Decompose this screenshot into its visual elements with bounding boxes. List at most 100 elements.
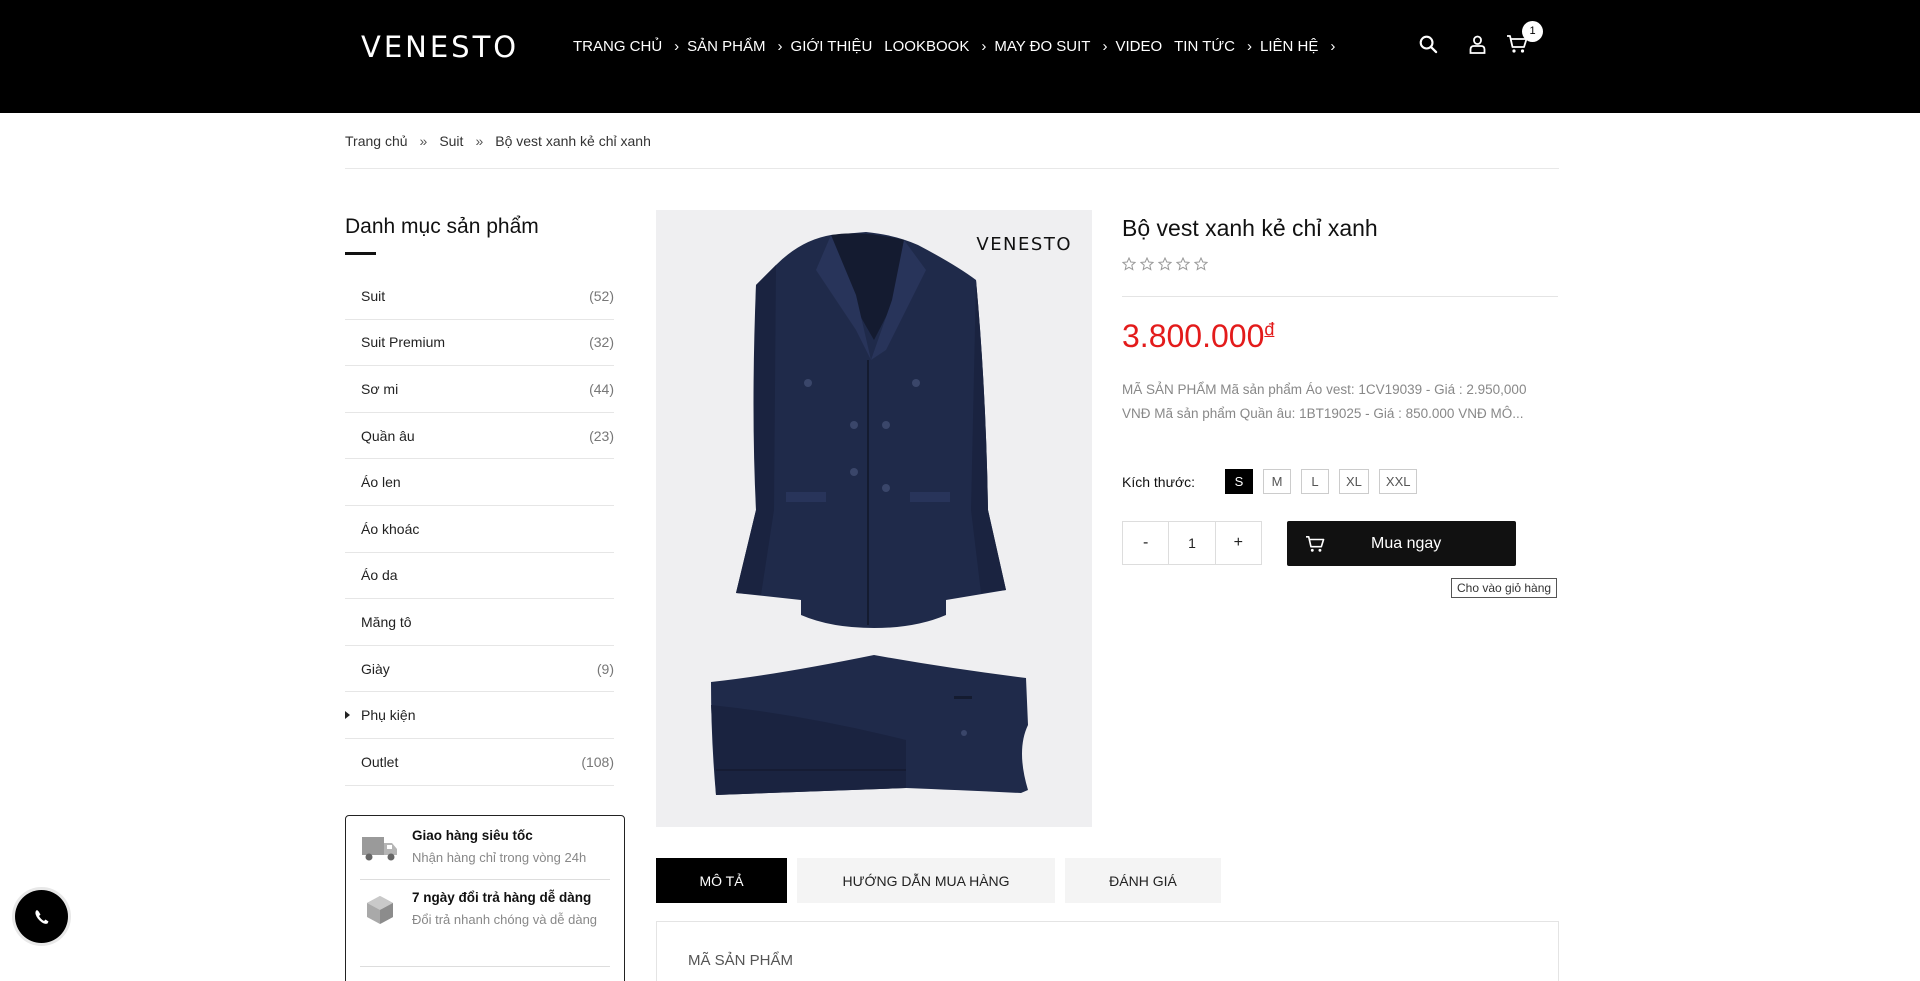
truck-icon: [360, 828, 400, 868]
rating-stars[interactable]: [1122, 257, 1208, 271]
category-item[interactable]: Áo len: [345, 459, 614, 506]
size-label: Kích thước:: [1122, 474, 1196, 490]
star-icon: [1194, 257, 1208, 271]
buy-now-label: Mua ngay: [1371, 534, 1442, 552]
category-label: Sơ mi: [361, 380, 399, 397]
nav-item-about[interactable]: GIỚI THIỆU: [791, 38, 885, 55]
category-count: (108): [581, 753, 614, 770]
caret-right-icon[interactable]: [345, 711, 350, 720]
panel-title: MÃ SẢN PHẨM: [688, 952, 794, 969]
cart-count-badge: 1: [1522, 21, 1543, 42]
nav-label: GIỚI THIỆU: [790, 38, 873, 55]
category-label: Suit: [361, 287, 386, 304]
category-item[interactable]: Sơ mi (44): [345, 366, 614, 413]
search-icon[interactable]: [1414, 30, 1442, 58]
size-option-xl[interactable]: XL: [1339, 469, 1369, 494]
product-price: 3.800.000đ: [1122, 318, 1274, 355]
nav-label: LIÊN HỆ: [1260, 38, 1319, 55]
category-label: Phụ kiện: [361, 707, 416, 724]
phone-call-button[interactable]: [15, 890, 68, 943]
sidebar-title-underline: [345, 252, 376, 255]
category-count: (23): [589, 427, 614, 444]
breadcrumb-current: Bộ vest xanh kẻ chỉ xanh: [495, 133, 651, 149]
category-item-expandable[interactable]: Phụ kiện: [345, 692, 614, 739]
size-option-xxl[interactable]: XXL: [1378, 469, 1418, 494]
nav-item-custom-suit[interactable]: MAY ĐO SUIT ›: [994, 38, 1115, 55]
divider: [345, 168, 1559, 169]
nav-item-lookbook[interactable]: LOOKBOOK ›: [884, 38, 994, 55]
chevron-right-icon: ›: [981, 38, 987, 55]
phone-icon: [34, 909, 48, 924]
nav-item-news[interactable]: TIN TỨC ›: [1174, 38, 1260, 55]
size-option-s[interactable]: S: [1225, 469, 1253, 494]
qty-decrease-button[interactable]: -: [1123, 522, 1168, 564]
chevron-right-icon: ›: [674, 38, 680, 55]
nav-item-products[interactable]: SẢN PHẨM ›: [687, 38, 790, 55]
breadcrumb-home[interactable]: Trang chủ: [345, 133, 408, 149]
product-title: Bộ vest xanh kẻ chỉ xanh: [1122, 215, 1378, 241]
category-item[interactable]: Suit (52): [345, 273, 614, 320]
add-to-cart-tooltip: Cho vào giỏ hàng: [1451, 578, 1558, 598]
category-label: Áo khoác: [361, 520, 420, 537]
suit-illustration: [711, 232, 1028, 795]
service-desc: Nhận hàng chỉ trong vòng 24h: [412, 850, 587, 865]
category-label: Áo len: [361, 474, 401, 491]
breadcrumb: Trang chủ » Suit » Bộ vest xanh kẻ chỉ x…: [345, 133, 651, 149]
qty-increase-button[interactable]: +: [1216, 522, 1261, 564]
tab-purchase-guide[interactable]: HƯỚNG DẪN MUA HÀNG: [797, 858, 1055, 903]
size-option-l[interactable]: L: [1301, 469, 1329, 494]
image-watermark-logo: VENESTO: [976, 234, 1072, 255]
site-logo[interactable]: VENESTO: [361, 30, 519, 64]
category-item[interactable]: Măng tô: [345, 599, 614, 646]
chevron-right-icon: ›: [1102, 38, 1108, 55]
nav-label: TIN TỨC: [1174, 38, 1236, 55]
product-tabs: MÔ TẢ HƯỚNG DẪN MUA HÀNG ĐÁNH GIÁ: [656, 858, 1221, 903]
nav-label: VIDEO: [1115, 38, 1163, 55]
nav-label: TRANG CHỦ: [573, 38, 663, 55]
box-icon: [360, 890, 400, 930]
user-icon[interactable]: [1463, 30, 1491, 58]
category-item[interactable]: Áo da: [345, 553, 614, 600]
category-item[interactable]: Áo khoác: [345, 506, 614, 553]
size-selector: S M L XL XXL: [1225, 469, 1418, 494]
sidebar-title: Danh mục sản phẩm: [345, 215, 539, 238]
category-item[interactable]: Outlet (108): [345, 739, 614, 786]
tab-panel: MÃ SẢN PHẨM: [656, 921, 1559, 981]
chevron-right-icon: ›: [1247, 38, 1253, 55]
product-image[interactable]: VENESTO: [656, 210, 1092, 827]
service-title: 7 ngày đổi trả hàng dễ dàng: [412, 890, 592, 905]
category-item[interactable]: Suit Premium (32): [345, 320, 614, 367]
star-icon: [1140, 257, 1154, 271]
category-list: Suit (52) Suit Premium (32) Sơ mi (44) Quần…: [345, 273, 614, 786]
category-label: Quần âu: [361, 427, 415, 444]
category-count: (9): [596, 660, 614, 677]
service-item: Giao hàng siêu tốc Nhận hàng chỉ trong v…: [360, 828, 610, 869]
product-short-description: MÃ SẢN PHẨM Mã sản phẩm Áo vest: 1CV1903…: [1122, 382, 1527, 421]
tab-description[interactable]: MÔ TẢ: [656, 858, 787, 903]
star-icon: [1122, 257, 1136, 271]
category-item[interactable]: Giày (9): [345, 646, 614, 693]
buy-now-button[interactable]: Mua ngay: [1287, 521, 1516, 566]
nav-label: MAY ĐO SUIT: [994, 38, 1091, 55]
breadcrumb-separator: »: [419, 133, 428, 149]
nav-label: SẢN PHẨM: [687, 38, 766, 55]
cart-icon: [1305, 535, 1325, 553]
qty-input[interactable]: 1: [1168, 522, 1216, 564]
service-box: Giao hàng siêu tốc Nhận hàng chỉ trong v…: [345, 815, 625, 981]
service-title: Giao hàng siêu tốc: [412, 828, 533, 843]
nav-item-home[interactable]: TRANG CHỦ ›: [573, 38, 687, 55]
tab-reviews[interactable]: ĐÁNH GIÁ: [1065, 858, 1221, 903]
service-item: 7 ngày đổi trả hàng dễ dàng Đổi trả nhan…: [360, 890, 610, 931]
breadcrumb-separator: »: [475, 133, 484, 149]
divider: [360, 879, 610, 880]
nav-item-video[interactable]: VIDEO: [1115, 38, 1174, 55]
size-option-m[interactable]: M: [1263, 469, 1291, 494]
category-label: Áo da: [361, 567, 398, 584]
divider: [1122, 296, 1558, 297]
category-item[interactable]: Quần âu (23): [345, 413, 614, 460]
category-count: (44): [589, 380, 614, 397]
nav-item-contact[interactable]: LIÊN HỆ ›: [1260, 38, 1343, 55]
price-value: 3.800.000: [1122, 318, 1265, 354]
breadcrumb-suit[interactable]: Suit: [439, 133, 463, 149]
currency-symbol: đ: [1264, 319, 1275, 340]
